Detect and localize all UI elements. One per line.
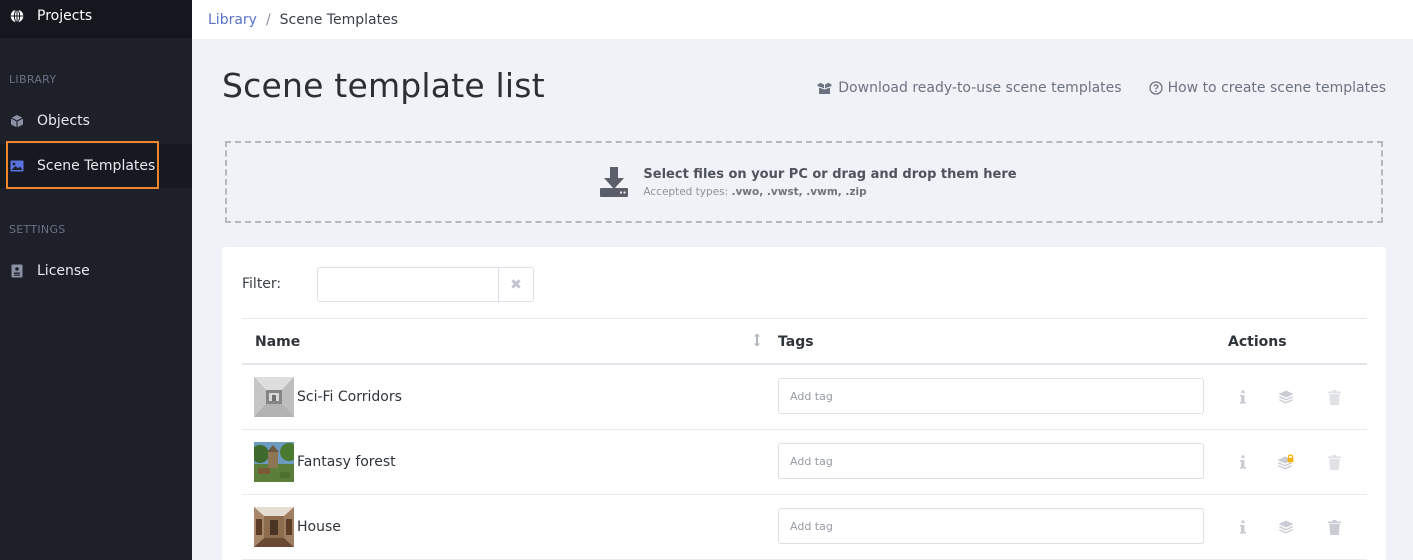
add-tag-input[interactable] <box>778 508 1204 544</box>
add-tag-input[interactable] <box>778 443 1204 479</box>
scene-name: Sci-Fi Corridors <box>297 389 402 405</box>
add-tag-input[interactable] <box>778 378 1204 414</box>
scene-thumbnail <box>254 377 294 417</box>
breadcrumb: Library / Scene Templates <box>192 0 1413 39</box>
dropzone-content: Select files on your PC or drag and drop… <box>599 166 1017 198</box>
filter-label: Filter: <box>242 276 282 292</box>
info-icon[interactable] <box>1234 388 1252 406</box>
question-circle-icon <box>1148 81 1163 95</box>
layers-locked-icon[interactable] <box>1277 453 1295 471</box>
close-icon: ✖ <box>510 276 522 293</box>
filter-input[interactable] <box>317 267 499 302</box>
howto-label: How to create scene templates <box>1167 80 1386 96</box>
cube-icon <box>10 114 24 128</box>
table-row: Sci-Fi Corridors <box>242 365 1367 430</box>
header-links: Download ready-to-use scene templates Ho… <box>816 80 1386 96</box>
layers-icon[interactable] <box>1277 388 1295 406</box>
download-templates-label: Download ready-to-use scene templates <box>838 80 1122 96</box>
column-header-tags: Tags <box>778 334 814 350</box>
scene-thumbnail <box>254 442 294 482</box>
sidebar-item-projects[interactable]: Projects <box>0 0 192 38</box>
sidebar-item-label: Scene Templates <box>37 158 156 174</box>
trash-icon[interactable] <box>1325 518 1343 536</box>
trash-icon[interactable] <box>1325 388 1343 406</box>
sidebar-item-objects[interactable]: Objects <box>0 99 192 143</box>
column-header-actions: Actions <box>1228 334 1287 350</box>
dropzone-title: Select files on your PC or drag and drop… <box>643 166 1017 182</box>
sidebar-item-scene-templates[interactable]: Scene Templates <box>0 144 192 188</box>
info-icon[interactable] <box>1234 518 1252 536</box>
table-row: House <box>242 495 1367 560</box>
sidebar-item-label: Objects <box>37 113 90 129</box>
file-dropzone[interactable]: Select files on your PC or drag and drop… <box>225 141 1383 223</box>
sort-icon[interactable] <box>753 333 761 351</box>
sidebar-item-license[interactable]: License <box>0 249 192 293</box>
download-icon <box>599 166 629 198</box>
sidebar-item-label: Projects <box>37 8 93 24</box>
table-header: Name Tags Actions <box>242 318 1367 365</box>
table-row: Fantasy forest <box>242 430 1367 495</box>
template-list-card: Filter: ✖ Name Tags Actions Sci-Fi Corri… <box>222 247 1386 560</box>
sidebar-section-settings: SETTINGS <box>9 223 66 236</box>
image-icon <box>10 159 24 173</box>
column-header-name[interactable]: Name <box>255 334 300 350</box>
scene-name: Fantasy forest <box>297 454 396 470</box>
clear-filter-button[interactable]: ✖ <box>498 267 534 302</box>
download-templates-link[interactable]: Download ready-to-use scene templates <box>816 80 1122 96</box>
trash-icon[interactable] <box>1325 453 1343 471</box>
box-open-icon <box>816 82 833 95</box>
breadcrumb-separator: / <box>265 11 271 28</box>
dropzone-accepted-types: Accepted types: .vwo, .vwst, .vwm, .zip <box>643 186 1016 198</box>
sidebar-section-library: LIBRARY <box>9 73 57 86</box>
howto-link[interactable]: How to create scene templates <box>1148 80 1386 96</box>
sidebar-item-label: License <box>37 263 90 279</box>
sidebar: Projects LIBRARY Objects Scene Templates… <box>0 0 192 560</box>
info-icon[interactable] <box>1234 453 1252 471</box>
scene-name: House <box>297 519 341 535</box>
globe-icon <box>10 9 24 23</box>
scene-thumbnail <box>254 507 294 547</box>
breadcrumb-library-link[interactable]: Library <box>208 12 257 28</box>
breadcrumb-current: Scene Templates <box>279 11 398 28</box>
layers-icon[interactable] <box>1277 518 1295 536</box>
id-card-icon <box>10 264 24 278</box>
template-table: Name Tags Actions Sci-Fi Corridors Add t… <box>242 318 1367 560</box>
dropzone-text: Select files on your PC or drag and drop… <box>643 167 1016 198</box>
accepted-types-prefix: Accepted types: <box>643 185 732 198</box>
page-title: Scene template list <box>222 66 545 105</box>
accepted-types-list: .vwo, .vwst, .vwm, .zip <box>731 185 867 198</box>
